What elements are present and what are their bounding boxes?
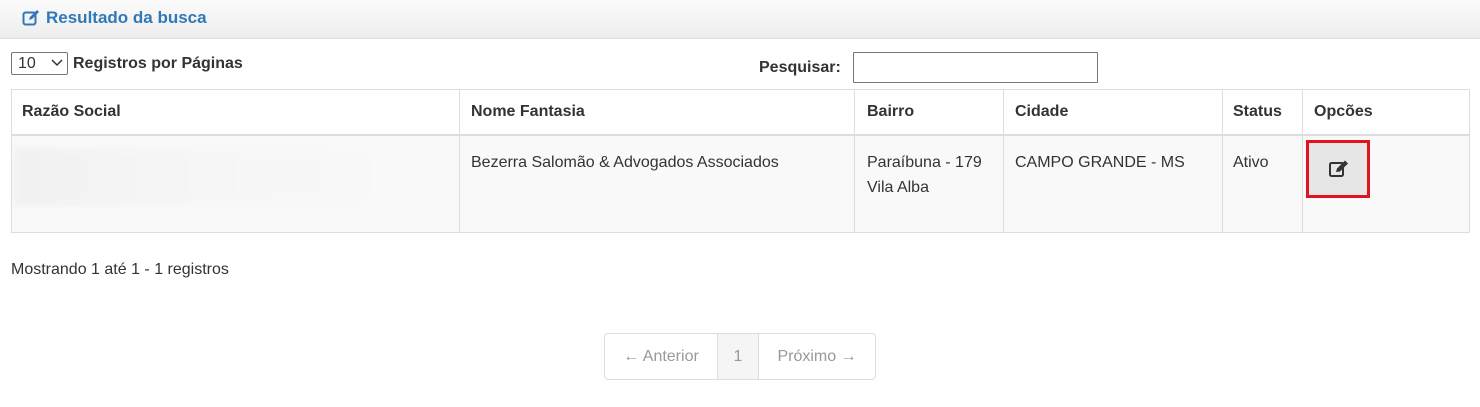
- column-divider: [1003, 90, 1004, 135]
- edit-icon: [1329, 160, 1348, 177]
- results-table: Razão Social Nome Fantasia Bairro Cidade…: [11, 89, 1470, 233]
- cell-status: Ativo: [1233, 154, 1269, 171]
- next-page-button[interactable]: Próximo →: [759, 334, 875, 379]
- column-header-bairro[interactable]: Bairro: [867, 103, 914, 121]
- cell-nome-fantasia: Bezerra Salomão & Advogados Associados: [471, 154, 779, 171]
- column-header-nome-fantasia[interactable]: Nome Fantasia: [471, 103, 585, 121]
- column-divider: [1003, 136, 1004, 232]
- column-divider: [1222, 90, 1223, 135]
- page-length-label: Registros por Páginas: [73, 55, 243, 72]
- search-input[interactable]: [853, 52, 1098, 83]
- table-row: Bezerra Salomão & Advogados Associados P…: [11, 136, 1470, 233]
- column-divider: [459, 136, 460, 232]
- column-divider: [1222, 136, 1223, 232]
- panel-heading: Resultado da busca: [0, 0, 1480, 39]
- redacted-razao-social: [14, 148, 394, 206]
- cell-cidade: CAMPO GRANDE - MS: [1015, 154, 1185, 171]
- cell-bairro: Paraíbuna - 179 Vila Alba: [867, 150, 982, 200]
- column-divider: [854, 90, 855, 135]
- column-divider: [854, 136, 855, 232]
- column-header-razao-social[interactable]: Razão Social: [22, 103, 121, 121]
- cell-bairro-line2: Vila Alba: [867, 179, 929, 196]
- column-header-opcoes: Opcões: [1314, 103, 1373, 120]
- table-header-row: Razão Social Nome Fantasia Bairro Cidade…: [11, 89, 1470, 136]
- column-header-status[interactable]: Status: [1233, 103, 1282, 121]
- search-label: Pesquisar:: [759, 59, 841, 76]
- panel-title: Resultado da busca: [46, 8, 207, 27]
- records-info: Mostrando 1 até 1 - 1 registros: [11, 261, 229, 278]
- page-number-button[interactable]: 1: [718, 334, 759, 379]
- edit-square-icon: [22, 10, 39, 26]
- column-divider: [1302, 90, 1303, 135]
- edit-button[interactable]: [1306, 140, 1370, 198]
- page-length-value: 10: [18, 55, 36, 72]
- column-divider: [459, 90, 460, 135]
- column-divider: [1302, 136, 1303, 232]
- cell-bairro-line1: Paraíbuna - 179: [867, 154, 982, 171]
- pagination: ← Anterior 1 Próximo →: [604, 333, 876, 380]
- page-length-select[interactable]: 10: [11, 52, 68, 75]
- column-header-cidade[interactable]: Cidade: [1015, 103, 1068, 121]
- previous-page-button[interactable]: ← Anterior: [605, 334, 718, 379]
- chevron-down-icon: [51, 59, 63, 67]
